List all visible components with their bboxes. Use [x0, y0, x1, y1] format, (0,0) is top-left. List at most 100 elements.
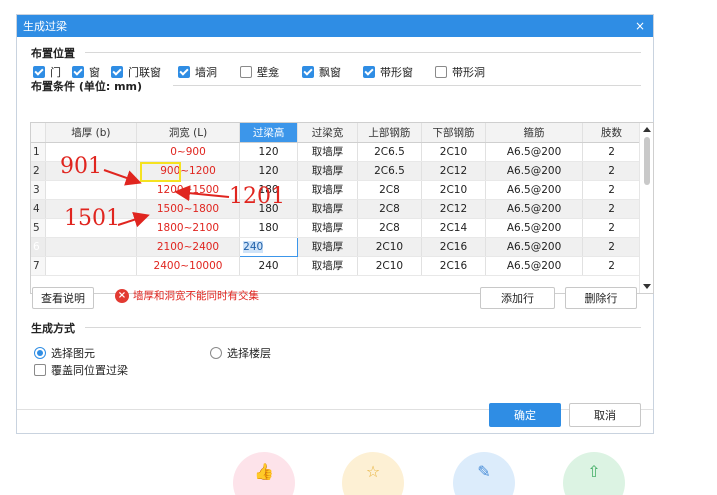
- cell-legs[interactable]: 2: [582, 237, 641, 257]
- cell-lintel-width[interactable]: 取墙厚: [297, 199, 358, 219]
- cell-opening-width[interactable]: 2400~10000: [136, 256, 241, 276]
- cell-top-rebar[interactable]: 2C8: [357, 199, 422, 219]
- option-strip-opening[interactable]: 带形洞: [435, 64, 485, 80]
- option-niche[interactable]: 壁龛: [240, 64, 279, 80]
- col-lintel-height[interactable]: 过梁高: [239, 123, 298, 143]
- checkbox[interactable]: [435, 66, 447, 78]
- cell-lintel-height[interactable]: 120: [239, 142, 298, 162]
- cell-lintel-width[interactable]: 取墙厚: [297, 161, 358, 181]
- cell-opening-width[interactable]: 1200~1500: [136, 180, 241, 200]
- table-scrollbar[interactable]: [639, 123, 653, 293]
- star-icon[interactable]: ☆: [342, 452, 404, 495]
- cell-lintel-width[interactable]: 取墙厚: [297, 256, 358, 276]
- cell-legs[interactable]: 2: [582, 142, 641, 162]
- table-row[interactable]: 1 0~900 120 取墙厚 2C6.5 2C10 A6.5@200 2: [31, 142, 641, 162]
- help-button[interactable]: 查看说明: [32, 287, 94, 309]
- option-strip-window[interactable]: 带形窗: [363, 64, 413, 80]
- cell-top-rebar[interactable]: 2C10: [357, 237, 422, 257]
- cell-bottom-rebar[interactable]: 2C10: [421, 142, 487, 162]
- cell-stirrup[interactable]: A6.5@200: [485, 237, 584, 257]
- cell-stirrup[interactable]: A6.5@200: [485, 218, 584, 238]
- cell-editor-text[interactable]: 240: [243, 240, 264, 253]
- cell-lintel-width[interactable]: 取墙厚: [297, 180, 358, 200]
- cell-top-rebar[interactable]: 2C8: [357, 180, 422, 200]
- checkbox[interactable]: [363, 66, 375, 78]
- option-bay-window[interactable]: 飘窗: [302, 64, 341, 80]
- overwrite-option[interactable]: 覆盖同位置过梁: [34, 362, 128, 378]
- col-lintel-width[interactable]: 过梁宽: [297, 123, 358, 143]
- cell-opening-width[interactable]: 2100~2400: [136, 237, 241, 257]
- table-row[interactable]: 7 2400~10000 240 取墙厚 2C10 2C16 A6.5@200 2: [31, 256, 641, 276]
- close-icon[interactable]: ×: [633, 19, 647, 33]
- checkbox[interactable]: [302, 66, 314, 78]
- cell-bottom-rebar[interactable]: 2C16: [421, 256, 487, 276]
- cell-bottom-rebar[interactable]: 2C14: [421, 218, 487, 238]
- radio[interactable]: [210, 347, 222, 359]
- cell-lintel-width[interactable]: 取墙厚: [297, 237, 358, 257]
- cell-wall-thickness[interactable]: [45, 237, 137, 257]
- cell-lintel-height[interactable]: 240: [239, 256, 298, 276]
- cell-top-rebar[interactable]: 2C10: [357, 256, 422, 276]
- cell-stirrup[interactable]: A6.5@200: [485, 142, 584, 162]
- cell-lintel-height[interactable]: 120: [239, 161, 298, 181]
- cell-bottom-rebar[interactable]: 2C12: [421, 161, 487, 181]
- cell-lintel-height[interactable]: 180: [239, 218, 298, 238]
- add-row-button[interactable]: 添加行: [480, 287, 555, 309]
- ok-button[interactable]: 确定: [489, 403, 561, 427]
- table-row[interactable]: 3 1200~1500 180 取墙厚 2C8 2C10 A6.5@200 2: [31, 180, 641, 200]
- cell-lintel-height[interactable]: 240: [239, 236, 298, 257]
- col-legs[interactable]: 肢数: [582, 123, 641, 143]
- select-element-option[interactable]: 选择图元: [34, 345, 95, 361]
- cell-lintel-width[interactable]: 取墙厚: [297, 142, 358, 162]
- col-wall-thickness[interactable]: 墙厚 (b): [45, 123, 137, 143]
- scroll-up-icon[interactable]: [643, 127, 651, 132]
- table-row[interactable]: 2 900~1200 120 取墙厚 2C6.5 2C12 A6.5@200 2: [31, 161, 641, 181]
- edit-icon[interactable]: ✎: [453, 452, 515, 495]
- checkbox[interactable]: [111, 66, 123, 78]
- cell-top-rebar[interactable]: 2C8: [357, 218, 422, 238]
- cell-wall-thickness[interactable]: [45, 256, 137, 276]
- select-floor-option[interactable]: 选择楼层: [210, 345, 271, 361]
- cell-opening-width[interactable]: 1800~2100: [136, 218, 241, 238]
- scroll-thumb[interactable]: [644, 137, 650, 185]
- table-row[interactable]: 4 1500~1800 180 取墙厚 2C8 2C12 A6.5@200 2: [31, 199, 641, 219]
- row-index: 4: [31, 199, 46, 219]
- checkbox[interactable]: [72, 66, 84, 78]
- checkbox[interactable]: [178, 66, 190, 78]
- delete-row-button[interactable]: 删除行: [565, 287, 637, 309]
- scroll-down-icon[interactable]: [643, 284, 651, 289]
- cell-legs[interactable]: 2: [582, 199, 641, 219]
- option-wall-opening[interactable]: 墙洞: [178, 64, 217, 80]
- like-icon[interactable]: 👍: [233, 452, 295, 495]
- cancel-button[interactable]: 取消: [569, 403, 641, 427]
- cell-stirrup[interactable]: A6.5@200: [485, 161, 584, 181]
- cell-bottom-rebar[interactable]: 2C12: [421, 199, 487, 219]
- cell-legs[interactable]: 2: [582, 218, 641, 238]
- table-row[interactable]: 5 1800~2100 180 取墙厚 2C8 2C14 A6.5@200 2: [31, 218, 641, 238]
- cell-top-rebar[interactable]: 2C6.5: [357, 161, 422, 181]
- cell-legs[interactable]: 2: [582, 256, 641, 276]
- cell-opening-width[interactable]: 1500~1800: [136, 199, 241, 219]
- cell-top-rebar[interactable]: 2C6.5: [357, 142, 422, 162]
- radio[interactable]: [34, 347, 46, 359]
- checkbox[interactable]: [34, 364, 46, 376]
- share-icon[interactable]: ⇧: [563, 452, 625, 495]
- col-top-rebar[interactable]: 上部钢筋: [357, 123, 422, 143]
- checkbox[interactable]: [240, 66, 252, 78]
- row-index: 5: [31, 218, 46, 238]
- cell-legs[interactable]: 2: [582, 161, 641, 181]
- checkbox[interactable]: [33, 66, 45, 78]
- cell-wall-thickness[interactable]: [45, 180, 137, 200]
- col-stirrup[interactable]: 箍筋: [485, 123, 584, 143]
- cell-lintel-width[interactable]: 取墙厚: [297, 218, 358, 238]
- cell-stirrup[interactable]: A6.5@200: [485, 199, 584, 219]
- cell-bottom-rebar[interactable]: 2C16: [421, 237, 487, 257]
- cell-stirrup[interactable]: A6.5@200: [485, 256, 584, 276]
- col-opening-width[interactable]: 洞宽 (L): [136, 123, 241, 143]
- cell-bottom-rebar[interactable]: 2C10: [421, 180, 487, 200]
- cell-stirrup[interactable]: A6.5@200: [485, 180, 584, 200]
- col-bottom-rebar[interactable]: 下部钢筋: [421, 123, 487, 143]
- table-row[interactable]: 6 2100~2400 240 取墙厚 2C10 2C16 A6.5@200 2: [31, 236, 641, 257]
- cell-legs[interactable]: 2: [582, 180, 641, 200]
- cell-opening-width[interactable]: 0~900: [136, 142, 241, 162]
